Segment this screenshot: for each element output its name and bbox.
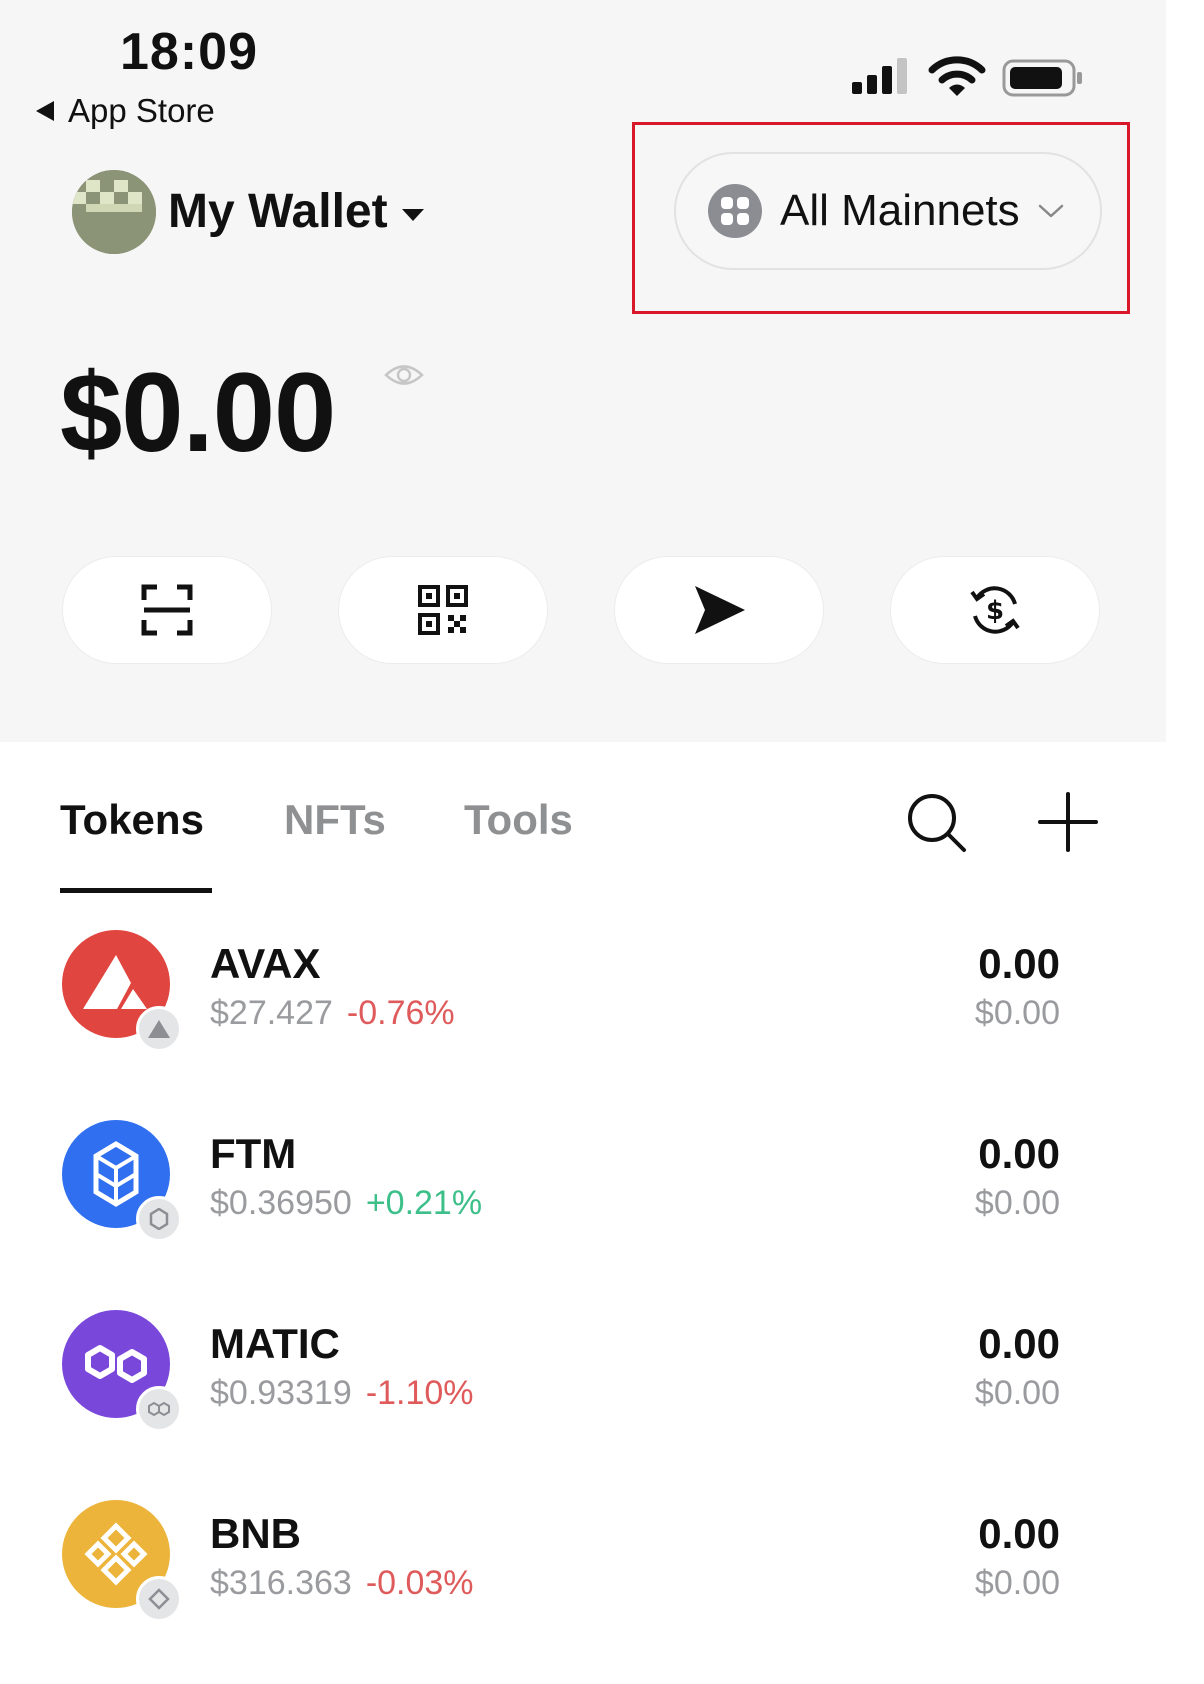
- token-price-row: $0.93319 -1.10%: [210, 1374, 474, 1413]
- all-networks-icon: [708, 184, 762, 238]
- token-value: $0.00: [974, 994, 1060, 1032]
- token-amount: 0.00: [978, 1510, 1060, 1557]
- token-symbol: FTM: [210, 1130, 297, 1177]
- scan-button[interactable]: [62, 556, 272, 664]
- send-button[interactable]: [614, 556, 824, 664]
- status-time: 18:09: [120, 23, 258, 81]
- token-change: +0.21%: [365, 1184, 483, 1222]
- receive-qr-button[interactable]: [338, 556, 548, 664]
- chevron-down-icon: [1038, 204, 1063, 218]
- svg-text:$: $: [986, 596, 1004, 626]
- token-row-ftm[interactable]: FTM $0.36950 +0.21% 0.00 $0.00: [0, 1108, 1166, 1298]
- cellular-signal-icon: [852, 58, 907, 94]
- qr-code-icon: [418, 585, 468, 635]
- token-row-bnb[interactable]: BNB $316.363 -0.03% 0.00 $0.00: [0, 1488, 1166, 1678]
- token-value: $0.00: [974, 1374, 1060, 1412]
- token-symbol: MATIC: [210, 1320, 340, 1367]
- token-value: $0.00: [974, 1564, 1060, 1602]
- token-value: $0.00: [974, 1184, 1060, 1222]
- wallet-selector[interactable]: My Wallet: [168, 184, 424, 239]
- token-amount: 0.00: [978, 1320, 1060, 1367]
- token-amount: 0.00: [978, 940, 1060, 987]
- add-token-icon[interactable]: [1036, 790, 1100, 854]
- token-price: $0.93319: [210, 1374, 352, 1412]
- token-amount: 0.00: [978, 1130, 1060, 1177]
- send-icon: [695, 586, 745, 634]
- polygon-chain-badge-icon: [136, 1386, 182, 1432]
- eye-icon[interactable]: [384, 360, 424, 390]
- back-to-app-store[interactable]: App Store: [36, 92, 215, 130]
- token-row-matic[interactable]: MATIC $0.93319 -1.10% 0.00 $0.00: [0, 1298, 1166, 1488]
- network-selector[interactable]: All Mainnets: [674, 152, 1102, 270]
- bnb-chain-badge-icon: [136, 1576, 182, 1622]
- network-label: All Mainnets: [780, 186, 1020, 235]
- scan-icon: [141, 584, 193, 636]
- swap-button[interactable]: $: [890, 556, 1100, 664]
- token-price-row: $316.363 -0.03%: [210, 1564, 474, 1603]
- wallet-avatar[interactable]: [72, 170, 156, 254]
- token-price-row: $0.36950 +0.21%: [210, 1184, 482, 1223]
- token-price: $0.36950: [210, 1184, 352, 1222]
- wallet-name: My Wallet: [168, 185, 388, 238]
- tab-tokens[interactable]: Tokens: [60, 796, 204, 844]
- back-label: App Store: [68, 92, 215, 129]
- token-change: -0.03%: [365, 1564, 474, 1602]
- token-row-avax[interactable]: AVAX $27.427 -0.76% 0.00 $0.00: [0, 918, 1166, 1108]
- battery-icon: [1002, 59, 1082, 97]
- token-symbol: BNB: [210, 1510, 301, 1557]
- token-symbol: AVAX: [210, 940, 321, 987]
- wifi-icon: [928, 56, 986, 96]
- tab-nfts[interactable]: NFTs: [284, 796, 386, 844]
- token-price-row: $27.427 -0.76%: [210, 994, 455, 1033]
- fantom-chain-badge-icon: [136, 1196, 182, 1242]
- token-price: $316.363: [210, 1564, 352, 1602]
- token-change: -0.76%: [346, 994, 455, 1032]
- swap-dollar-icon: $: [970, 586, 1020, 634]
- search-icon[interactable]: [904, 790, 968, 854]
- active-tab-indicator: [60, 888, 212, 893]
- avalanche-chain-badge-icon: [136, 1006, 182, 1052]
- avatar-pattern-icon: [72, 170, 156, 254]
- caret-down-icon: [401, 208, 424, 221]
- token-change: -1.10%: [365, 1374, 474, 1412]
- total-balance: $0.00: [60, 350, 336, 475]
- tab-tools[interactable]: Tools: [464, 796, 573, 844]
- back-arrow-icon: [36, 101, 54, 121]
- token-price: $27.427: [210, 994, 333, 1032]
